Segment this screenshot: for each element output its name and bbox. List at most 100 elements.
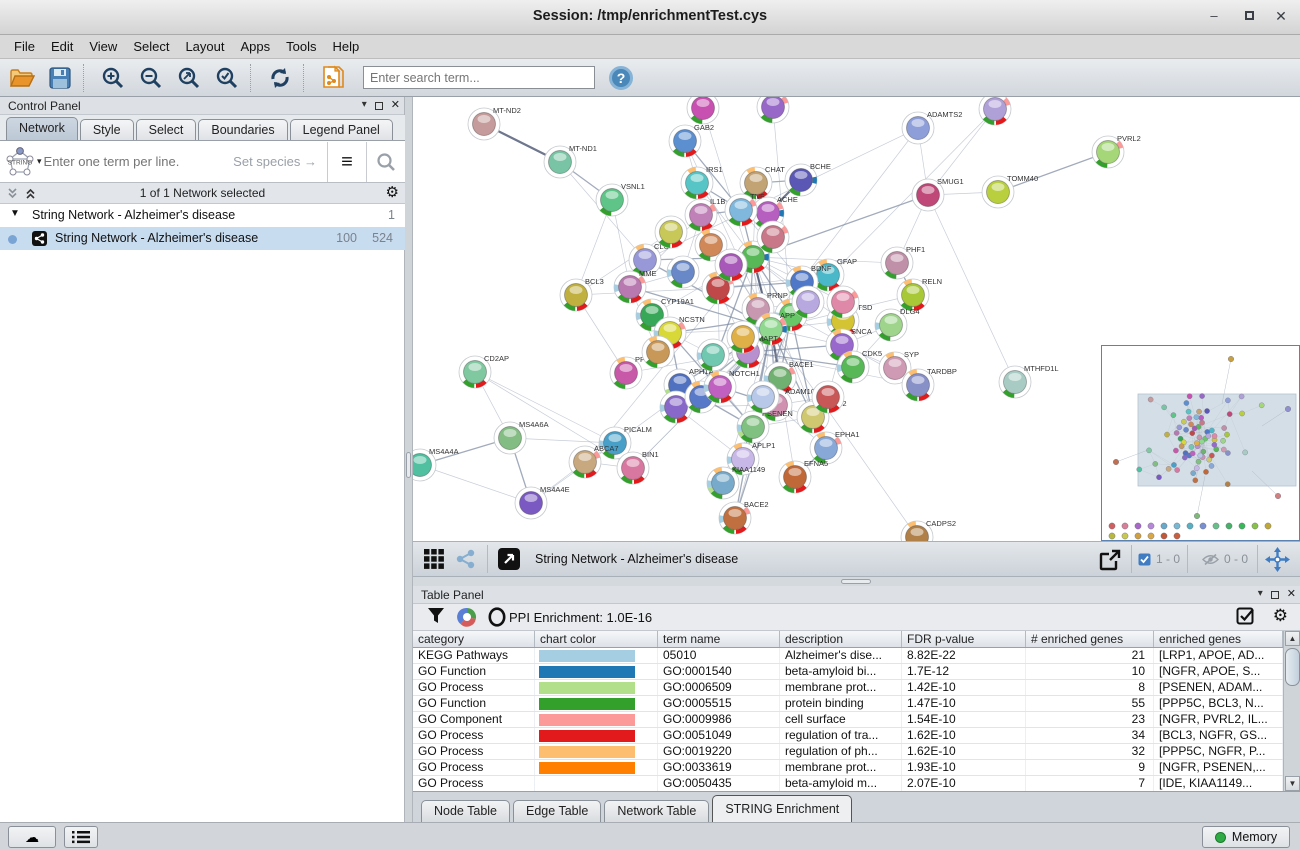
column-header-enriched-genes[interactable]: enriched genes <box>1154 631 1283 647</box>
memory-button[interactable]: Memory <box>1202 826 1290 848</box>
share-view-button[interactable] <box>455 548 477 570</box>
network-node[interactable] <box>792 286 824 318</box>
pan-tool-button[interactable] <box>1265 547 1290 572</box>
grid-view-button[interactable] <box>423 548 445 570</box>
maximize-button[interactable] <box>1238 8 1260 26</box>
network-node-GAB2[interactable]: GAB2 <box>669 123 714 157</box>
tree-caret-icon[interactable]: ▼ <box>10 208 20 219</box>
network-node-PVRL2[interactable]: PVRL2 <box>1092 134 1141 168</box>
network-node-KIAA1149[interactable]: KIAA1149 <box>707 465 765 499</box>
table-row[interactable]: GO ProcessGO:0051049regulation of tra...… <box>413 728 1300 744</box>
panel-close-icon[interactable]: ✕ <box>1287 587 1296 600</box>
network-node[interactable] <box>747 381 779 413</box>
tab-node-table[interactable]: Node Table <box>421 800 510 822</box>
network-node-DLG4[interactable]: DLG4 <box>875 307 920 341</box>
search-input[interactable] <box>363 66 595 89</box>
table-row[interactable]: GO FunctionGO:0001540beta-amyloid bi...1… <box>413 664 1300 680</box>
network-collection-row[interactable]: ▼ String Network - Alzheimer's disease 1 <box>0 204 405 227</box>
scroll-up-button[interactable]: ▲ <box>1285 631 1300 646</box>
tab-select[interactable]: Select <box>136 119 197 140</box>
network-node-MTHFD1L[interactable]: MTHFD1L <box>999 364 1059 398</box>
network-node-MT-ND1[interactable]: MT-ND1 <box>544 144 597 178</box>
tab-edge-table[interactable]: Edge Table <box>513 800 601 822</box>
species-hint[interactable]: Set species → <box>233 154 317 169</box>
string-logo-icon[interactable]: STRING <box>3 145 37 179</box>
network-node-BACE2[interactable]: BACE2 <box>719 500 769 534</box>
splitter-grip[interactable] <box>841 579 871 584</box>
refresh-button[interactable] <box>264 63 296 93</box>
menu-view[interactable]: View <box>81 36 125 57</box>
menu-file[interactable]: File <box>6 36 43 57</box>
network-canvas[interactable]: MT-ND2MT-ND1VSNL1GAB2IRS1CHATBCHEACHETNF… <box>413 97 1300 541</box>
network-node-BIN1[interactable]: BIN1 <box>617 450 659 484</box>
string-options-button[interactable]: ≡ <box>328 142 366 182</box>
table-row[interactable]: KEGG Pathways05010Alzheimer's dise...8.8… <box>413 648 1300 664</box>
tab-string-enrichment[interactable]: STRING Enrichment <box>712 795 852 822</box>
tab-network-table[interactable]: Network Table <box>604 800 709 822</box>
string-search-button[interactable] <box>367 142 405 182</box>
open-session-button[interactable] <box>6 63 38 93</box>
open-in-window-button[interactable] <box>497 547 521 571</box>
table-scrollbar[interactable]: ▲ ▼ <box>1283 631 1300 791</box>
network-node[interactable] <box>715 249 747 281</box>
tab-network[interactable]: Network <box>6 117 78 140</box>
zoom-fit-button[interactable] <box>173 63 205 93</box>
vertical-splitter[interactable] <box>405 97 413 822</box>
network-row-selected[interactable]: String Network - Alzheimer's disease 100… <box>0 227 405 250</box>
network-node-GFAP[interactable]: GFAP <box>812 257 857 291</box>
save-session-button[interactable] <box>44 63 76 93</box>
network-node-CADPS2[interactable]: CADPS2 <box>901 519 956 541</box>
network-node[interactable] <box>827 286 859 318</box>
menu-edit[interactable]: Edit <box>43 36 81 57</box>
cloud-button[interactable]: ☁ <box>8 826 56 848</box>
network-node[interactable] <box>655 216 687 248</box>
menu-layout[interactable]: Layout <box>177 36 232 57</box>
network-node[interactable] <box>757 97 789 123</box>
scroll-down-button[interactable]: ▼ <box>1285 776 1300 791</box>
network-options-gear-icon[interactable]: ⚙ <box>386 183 399 201</box>
zoom-selected-button[interactable] <box>211 63 243 93</box>
network-node-EFNA5[interactable]: EFNA5 <box>779 459 828 493</box>
network-node-BCHE[interactable]: BCHE <box>785 162 831 196</box>
tab-style[interactable]: Style <box>80 119 134 140</box>
network-node-IL1B[interactable]: IL1B <box>685 197 725 231</box>
network-node-CDK5[interactable]: CDK5 <box>837 349 882 383</box>
splitter-grip[interactable] <box>406 452 411 478</box>
string-dropdown-icon[interactable]: ▾ <box>37 156 42 167</box>
tab-boundaries[interactable]: Boundaries <box>198 119 287 140</box>
close-button[interactable]: ✕ <box>1270 8 1292 26</box>
table-row[interactable]: GO ProcessGO:0050435beta-amyloid m...2.0… <box>413 776 1300 791</box>
table-row[interactable]: GO ComponentGO:0009986cell surface1.54E-… <box>413 712 1300 728</box>
network-node[interactable] <box>687 97 719 124</box>
menu-tools[interactable]: Tools <box>278 36 324 57</box>
network-node-TOMM40[interactable]: TOMM40 <box>982 174 1038 208</box>
ring-chart-button[interactable] <box>487 607 507 627</box>
network-node-RELN[interactable]: RELN <box>897 277 942 311</box>
network-node-MS4A6A[interactable]: MS4A6A <box>494 420 549 454</box>
network-node[interactable] <box>642 336 674 368</box>
network-from-file-button[interactable] <box>317 63 349 93</box>
network-node-IRS1[interactable]: IRS1 <box>681 165 723 199</box>
filter-button[interactable] <box>427 607 445 625</box>
tab-legend-panel[interactable]: Legend Panel <box>290 119 393 140</box>
scroll-thumb[interactable] <box>1285 648 1300 686</box>
table-row[interactable]: GO ProcessGO:0033619membrane prot...1.93… <box>413 760 1300 776</box>
network-node-TARDBP[interactable]: TARDBP <box>902 367 957 401</box>
network-node-PHF1[interactable]: PHF1 <box>881 245 925 279</box>
menu-select[interactable]: Select <box>125 36 177 57</box>
selected-nodes-badge[interactable]: 1 - 0 <box>1138 552 1180 566</box>
panel-close-icon[interactable]: ✕ <box>391 98 400 111</box>
horizontal-splitter[interactable] <box>413 577 1300 586</box>
panel-float-icon[interactable] <box>375 102 383 110</box>
menu-help[interactable]: Help <box>325 36 368 57</box>
export-network-button[interactable] <box>1098 548 1122 572</box>
network-node[interactable] <box>812 381 844 413</box>
network-node[interactable] <box>697 339 729 371</box>
column-header-term-name[interactable]: term name <box>658 631 780 647</box>
column-header-FDR-p-value[interactable]: FDR p-value <box>902 631 1026 647</box>
column-header--enriched-genes[interactable]: # enriched genes <box>1026 631 1154 647</box>
network-node[interactable] <box>979 97 1011 125</box>
hidden-nodes-badge[interactable]: 0 - 0 <box>1202 552 1248 566</box>
column-header-category[interactable]: category <box>413 631 535 647</box>
panel-menu-icon[interactable]: ▾ <box>1258 588 1263 599</box>
